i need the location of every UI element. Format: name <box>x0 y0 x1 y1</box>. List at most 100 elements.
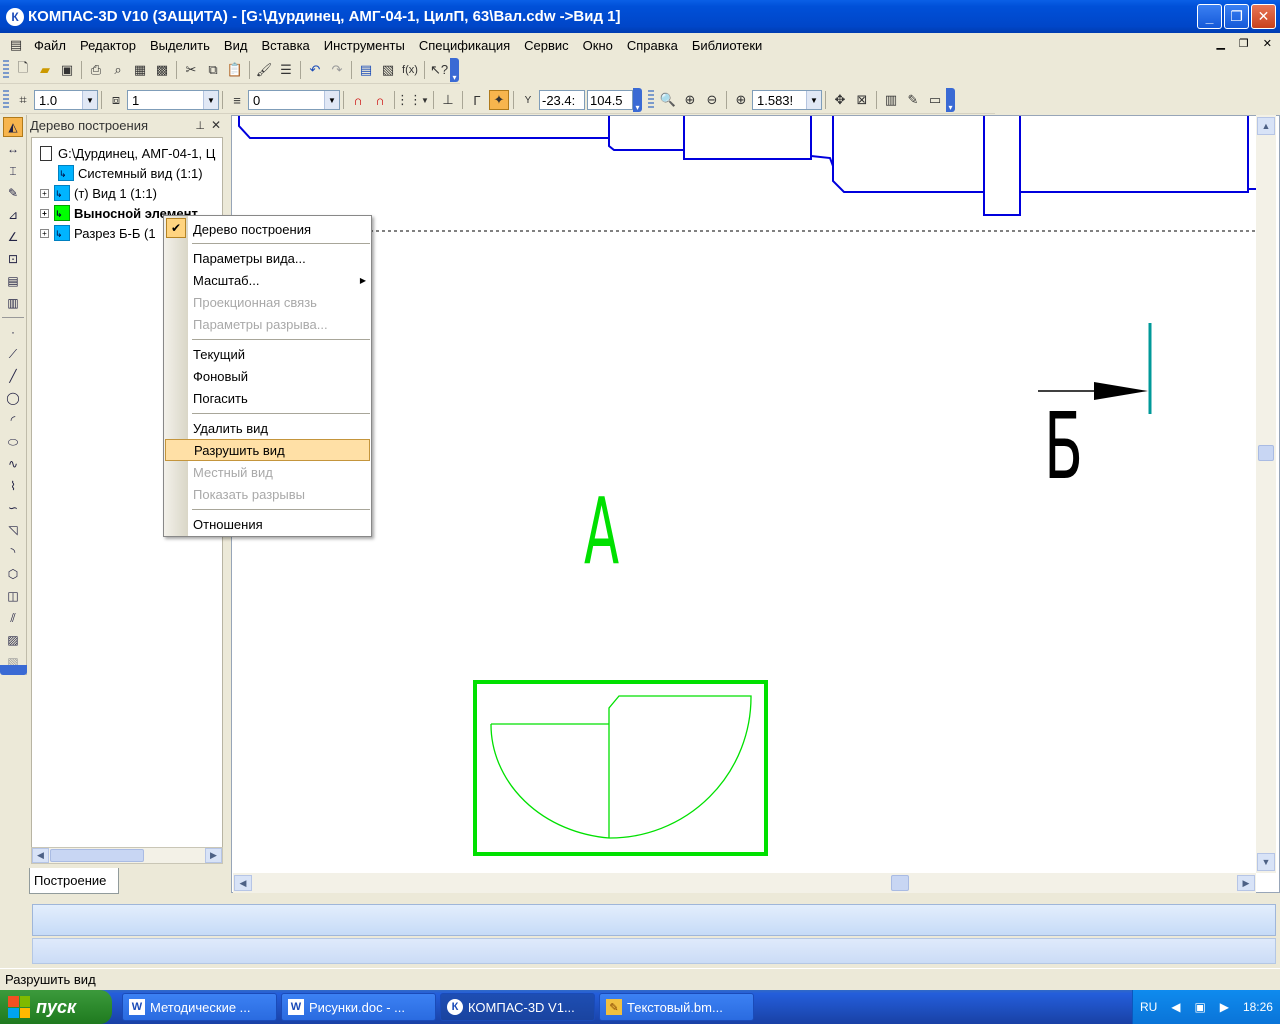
circle-icon[interactable]: ◯ <box>3 388 23 408</box>
contour-icon[interactable]: ◫ <box>3 586 23 606</box>
chevron-down-icon[interactable]: ▼ <box>421 90 429 110</box>
menu-item-scale[interactable]: Масштаб... ▶ <box>188 269 370 291</box>
local-snap-icon[interactable]: ∩ <box>370 90 390 110</box>
display-icon[interactable]: ▭ <box>925 90 945 110</box>
label-a[interactable]: А <box>584 486 619 578</box>
task-kompas[interactable]: К КОМПАС-3D V1... <box>440 993 595 1021</box>
arc-icon[interactable]: ◜ <box>3 410 23 430</box>
menu-view[interactable]: Вид <box>217 38 255 53</box>
scale-combo[interactable]: 1.0 ▼ <box>34 90 98 110</box>
help-pointer-icon[interactable]: ↖? <box>429 60 449 80</box>
scroll-thumb[interactable] <box>50 849 144 862</box>
expand-icon[interactable]: + <box>40 188 49 198</box>
equidistant-icon[interactable]: ⫽ <box>3 608 23 628</box>
canvas-horizontal-scrollbar[interactable]: ◀ ▶ <box>233 873 1256 893</box>
style-combo[interactable]: 0 ▼ <box>248 90 340 110</box>
menu-editor[interactable]: Редактор <box>73 38 143 53</box>
start-button[interactable]: пуск <box>0 990 112 1024</box>
zoom-combo[interactable]: 1.583! ▼ <box>752 90 822 110</box>
menu-libraries[interactable]: Библиотеки <box>685 38 769 53</box>
scroll-right-icon[interactable]: ▶ <box>205 848 222 863</box>
toolbar-grip[interactable] <box>3 60 9 80</box>
menu-item-build-tree[interactable]: Дерево построения <box>188 218 370 240</box>
point-icon[interactable]: · <box>3 322 23 342</box>
pin-icon[interactable]: ⊥ <box>195 119 205 132</box>
menu-service[interactable]: Сервис <box>517 38 576 53</box>
save-icon[interactable]: ▣ <box>57 60 77 80</box>
toolbar-chevron-icon[interactable]: ▾ <box>946 88 955 112</box>
menu-item-relations[interactable]: Отношения <box>188 513 370 535</box>
manager-icon[interactable]: ▤ <box>356 60 376 80</box>
menu-specification[interactable]: Спецификация <box>412 38 517 53</box>
maximize-button[interactable]: ❐ <box>1224 4 1249 29</box>
local-cs-icon[interactable]: ⊥ <box>438 90 458 110</box>
fillet-icon[interactable]: ◝ <box>3 542 23 562</box>
new-file-icon[interactable]: 🗋 <box>13 60 33 80</box>
library-icon[interactable]: ▧ <box>378 60 398 80</box>
print-preview-icon[interactable]: ⌕ <box>108 60 128 80</box>
polygon-icon[interactable]: ⬡ <box>3 564 23 584</box>
pan-icon[interactable]: ✥ <box>830 90 850 110</box>
chamfer-icon[interactable]: ◹ <box>3 520 23 540</box>
redraw-brush-icon[interactable]: ✎ <box>903 90 923 110</box>
mdi-close-button[interactable]: ✕ <box>1263 37 1272 50</box>
cut-icon[interactable]: ✂ <box>181 60 201 80</box>
toolbar-grip-3[interactable] <box>648 90 654 110</box>
tree-item-section-bb[interactable]: + ↳ Разрез Б-Б (1 <box>40 223 156 243</box>
scroll-left-icon[interactable]: ◀ <box>234 875 252 891</box>
tree-item-system-view[interactable]: ↳ Системный вид (1:1) <box>58 163 203 183</box>
properties-icon[interactable]: ▩ <box>152 60 172 80</box>
tray-app-icon[interactable]: ▣ <box>1194 1000 1205 1014</box>
menu-insert[interactable]: Вставка <box>254 38 316 53</box>
redo-icon[interactable]: ↷ <box>327 60 347 80</box>
expand-icon[interactable]: + <box>40 208 49 218</box>
label-b[interactable]: Б <box>1044 401 1083 493</box>
scroll-right-icon[interactable]: ▶ <box>1237 875 1255 891</box>
measure-icon[interactable]: ∠ <box>3 227 23 247</box>
aux-line-icon[interactable]: ⟋ <box>3 344 23 364</box>
fit-all-icon[interactable]: ⊠ <box>852 90 872 110</box>
menu-item-destroy-view[interactable]: Разрушить вид <box>165 439 370 461</box>
chevron-down-icon[interactable]: ▼ <box>82 91 97 109</box>
menu-help[interactable]: Справка <box>620 38 685 53</box>
chevron-down-icon[interactable]: ▼ <box>324 91 339 109</box>
scroll-up-icon[interactable]: ▲ <box>1257 117 1275 135</box>
canvas-vertical-scrollbar[interactable]: ▲ ▼ <box>1256 115 1276 873</box>
variables-fx-icon[interactable]: f(x) <box>400 60 420 80</box>
hatch-icon[interactable]: ▨ <box>3 630 23 650</box>
menu-window[interactable]: Окно <box>576 38 620 53</box>
tree-horizontal-scrollbar[interactable]: ◀ ▶ <box>31 847 223 864</box>
round-coords-icon[interactable]: ✦ <box>489 90 509 110</box>
close-button[interactable]: ✕ <box>1251 4 1276 29</box>
task-methodical-doc[interactable]: W Методические ... <box>122 993 277 1021</box>
copy-icon[interactable]: ⧉ <box>203 60 223 80</box>
ortho-icon[interactable]: Γ <box>467 90 487 110</box>
tray-media-icon[interactable]: ▶ <box>1220 1000 1229 1014</box>
menu-item-current[interactable]: Текущий <box>188 343 370 365</box>
detail-view-a[interactable] <box>473 680 768 856</box>
geometry-icon[interactable]: ◭ <box>3 117 23 137</box>
document-icon[interactable]: ▤ <box>6 35 26 55</box>
dimensions-icon[interactable]: ↔ <box>3 139 23 159</box>
spline-icon[interactable]: ∿ <box>3 454 23 474</box>
scroll-thumb[interactable] <box>1258 445 1274 461</box>
paste-icon[interactable]: 📋 <box>225 60 245 80</box>
close-icon[interactable]: ✕ <box>211 118 221 132</box>
parametrization-icon[interactable]: ⊿ <box>3 205 23 225</box>
tray-back-icon[interactable]: ◀ <box>1171 1000 1180 1014</box>
zoom-in-icon[interactable]: ⊕ <box>680 90 700 110</box>
list-icon[interactable]: ☰ <box>276 60 296 80</box>
bezier-icon[interactable]: ∽ <box>3 498 23 518</box>
kompas-app-icon[interactable]: К <box>6 7 24 26</box>
menu-select[interactable]: Выделить <box>143 38 217 53</box>
mdi-minimize-button[interactable]: ▁ <box>1216 37 1224 50</box>
tree-item-document[interactable]: G:\Дурдинец, АМГ-04-1, Ц <box>40 143 215 163</box>
mdi-restore-button[interactable]: ❐ <box>1239 37 1249 50</box>
spec-icon[interactable]: ▤ <box>3 271 23 291</box>
scroll-left-icon[interactable]: ◀ <box>32 848 49 863</box>
chevron-down-icon[interactable]: ▼ <box>806 91 821 109</box>
menu-item-view-params[interactable]: Параметры вида... <box>188 247 370 269</box>
undo-icon[interactable]: ↶ <box>305 60 325 80</box>
designations-icon[interactable]: ⌶ <box>3 161 23 181</box>
task-textbmp[interactable]: ✎ Текстовый.bm... <box>599 993 754 1021</box>
